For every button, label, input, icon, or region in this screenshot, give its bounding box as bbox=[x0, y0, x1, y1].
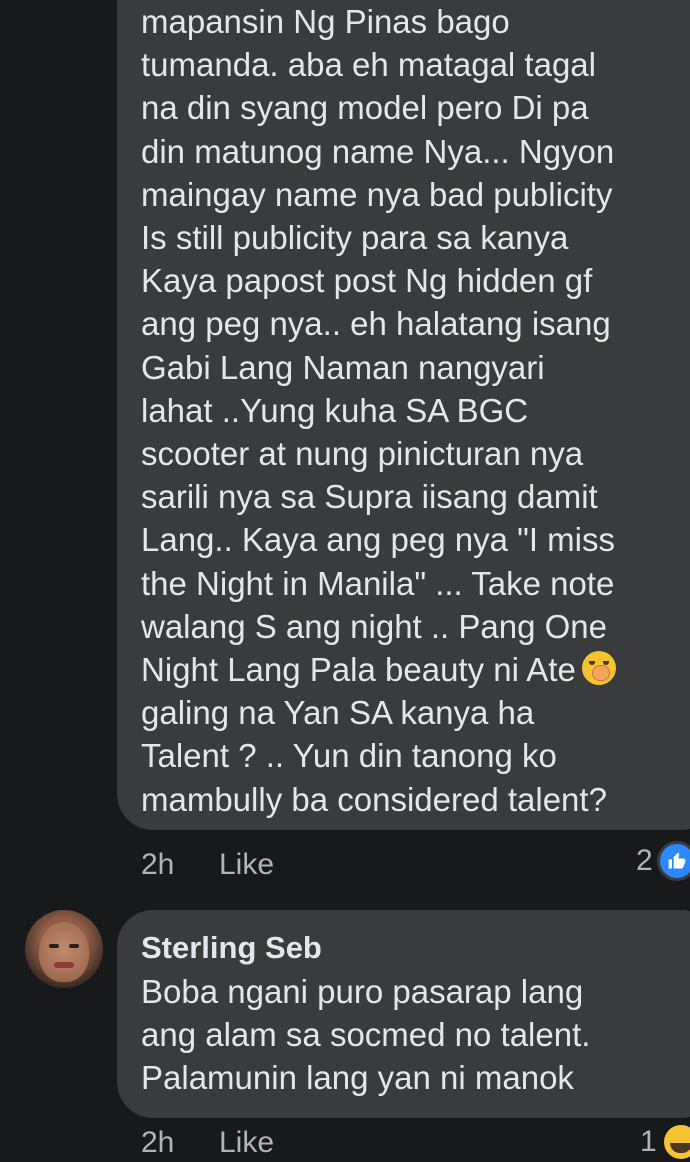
comment-text: Boba ngani puro pasarap lang ang alam sa… bbox=[141, 973, 591, 1097]
comment-text-main: mapansin Ng Pinas bago tumanda. aba eh m… bbox=[141, 3, 616, 689]
comment-text-continued: galing na Yan SA kanya ha Talent ? .. Yu… bbox=[141, 694, 607, 818]
like-button[interactable]: Like bbox=[219, 1126, 274, 1160]
haha-icon bbox=[660, 1122, 690, 1162]
comment-text: mapansin Ng Pinas bago tumanda. aba eh m… bbox=[141, 0, 690, 821]
reaction-summary[interactable]: 2 bbox=[636, 841, 690, 881]
comment-author[interactable]: Sterling Seb bbox=[141, 926, 690, 970]
comment-bubble: Sterling Seb Boba ngani puro pasarap lan… bbox=[117, 910, 690, 1118]
like-icon bbox=[656, 841, 690, 881]
reaction-summary[interactable]: 1 bbox=[640, 1122, 690, 1162]
reaction-count: 2 bbox=[636, 844, 653, 877]
reaction-count: 1 bbox=[640, 1125, 657, 1158]
avatar[interactable] bbox=[25, 910, 103, 988]
face-with-hand-over-mouth-icon bbox=[581, 651, 616, 686]
like-button[interactable]: Like bbox=[219, 848, 274, 882]
comment-bubble: mapansin Ng Pinas bago tumanda. aba eh m… bbox=[117, 0, 690, 830]
comment-timestamp[interactable]: 2h bbox=[141, 848, 174, 882]
comment-timestamp[interactable]: 2h bbox=[141, 1126, 174, 1160]
